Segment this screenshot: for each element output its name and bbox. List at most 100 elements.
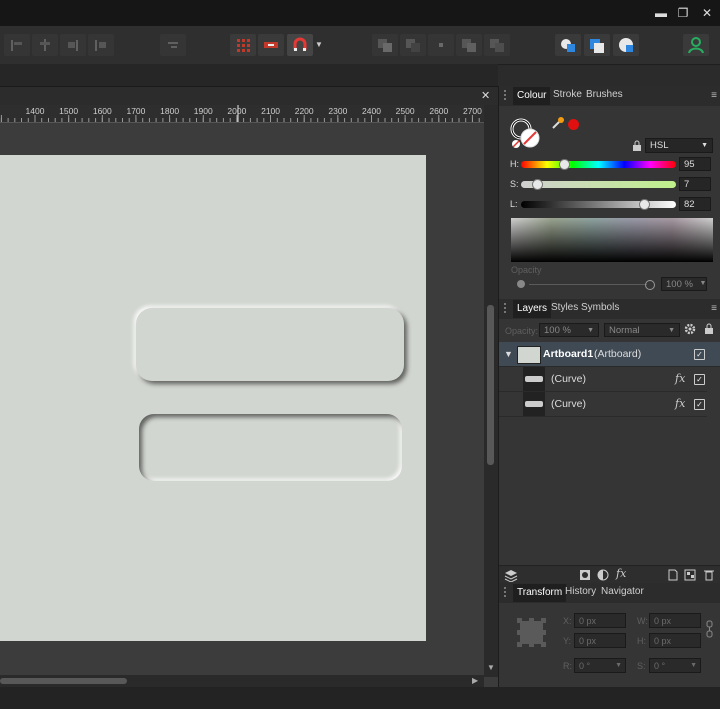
horizontal-ruler[interactable]: 1400 1500 1600 1700 1800 1900 2000 2100 2200 2300…: [0, 105, 484, 123]
y-label: Y:: [563, 636, 572, 646]
saturation-value-field[interactable]: 7: [679, 177, 711, 191]
tab-stroke[interactable]: Stroke: [553, 89, 582, 100]
horizontal-scroll-thumb[interactable]: [0, 678, 127, 684]
artboard[interactable]: [0, 155, 426, 641]
embossed-button-shape[interactable]: [136, 308, 404, 381]
bool-xor-icon[interactable]: [456, 34, 482, 56]
fill-stroke-wells-icon[interactable]: [509, 116, 545, 150]
insert-top-icon[interactable]: [584, 34, 610, 56]
expand-triangle-icon[interactable]: ▼: [504, 349, 513, 359]
opacity-slider-knob[interactable]: [645, 280, 655, 290]
bool-subtract-icon[interactable]: [400, 34, 426, 56]
layer-visibility-checkbox[interactable]: ✓: [694, 349, 705, 360]
color-spectrum-box[interactable]: [511, 218, 713, 262]
color-model-value: HSL: [650, 140, 669, 151]
layer-fx-icon[interactable]: fx: [675, 397, 685, 410]
snapping-grid-icon[interactable]: [230, 34, 256, 56]
tab-symbols[interactable]: Symbols: [581, 302, 619, 313]
layer-visibility-checkbox[interactable]: ✓: [694, 399, 705, 410]
opacity-slider[interactable]: [529, 284, 647, 285]
saturation-slider[interactable]: [521, 181, 676, 188]
tab-history[interactable]: History: [565, 586, 596, 597]
width-field[interactable]: 0 px: [649, 613, 701, 628]
persona-user-icon[interactable]: [683, 34, 709, 56]
bool-divide-icon[interactable]: [484, 34, 510, 56]
tab-styles[interactable]: Styles: [551, 302, 578, 313]
blend-mode-dropdown[interactable]: Normal ▼: [604, 323, 680, 337]
align-left-icon[interactable]: [4, 34, 30, 56]
snapping-dropdown-icon[interactable]: ▼: [315, 40, 323, 49]
hue-value-field[interactable]: 95: [679, 157, 711, 171]
close-document-icon[interactable]: ✕: [481, 89, 490, 102]
y-field[interactable]: 0 px: [574, 633, 626, 648]
panel-grip-icon[interactable]: [504, 303, 508, 313]
minimize-button[interactable]: ▬: [651, 4, 671, 22]
height-field[interactable]: 0 px: [649, 633, 701, 648]
chevron-down-icon: ▼: [668, 327, 675, 334]
link-proportions-icon[interactable]: [706, 620, 714, 638]
insert-inside-icon[interactable]: [613, 34, 639, 56]
close-window-button[interactable]: ✕: [697, 4, 717, 22]
debossed-field-shape[interactable]: [139, 414, 402, 481]
arrange-icon[interactable]: [160, 34, 186, 56]
tab-transform[interactable]: Transform: [513, 584, 567, 602]
anchor-point-icon[interactable]: [516, 617, 547, 648]
chevron-down-icon: ▼: [615, 662, 622, 669]
layer-visibility-checkbox[interactable]: ✓: [694, 374, 705, 385]
saturation-slider-knob[interactable]: [532, 179, 543, 190]
panel-menu-icon[interactable]: ≡: [711, 90, 717, 101]
opacity-dropdown-icon[interactable]: ▼: [697, 277, 709, 291]
panel-menu-icon[interactable]: ≡: [711, 303, 717, 314]
shear-field[interactable]: 0 ° ▼: [649, 658, 701, 673]
recent-color-swatch[interactable]: [568, 119, 579, 130]
scroll-right-icon[interactable]: ▶: [472, 676, 478, 685]
layer-settings-gear-icon[interactable]: [684, 323, 696, 335]
distribute-icon[interactable]: [88, 34, 114, 56]
tab-colour[interactable]: Colour: [513, 87, 551, 105]
layer-row-curve[interactable]: (Curve) fx ✓: [499, 367, 707, 392]
lightness-value-field[interactable]: 82: [679, 197, 711, 211]
chevron-down-icon: ▼: [587, 327, 594, 334]
tab-layers[interactable]: Layers: [513, 300, 552, 318]
hue-slider-knob[interactable]: [559, 159, 570, 170]
color-model-dropdown[interactable]: HSL ▼: [645, 138, 713, 153]
bool-intersect-icon[interactable]: [428, 34, 454, 56]
color-picker-icon[interactable]: [551, 116, 565, 130]
restore-button[interactable]: ❐: [673, 4, 693, 22]
layer-row-curve[interactable]: (Curve) fx ✓: [499, 392, 707, 417]
vertical-scroll-thumb[interactable]: [487, 305, 494, 465]
align-center-icon[interactable]: [32, 34, 58, 56]
lightness-slider-knob[interactable]: [639, 199, 650, 210]
panel-grip-icon[interactable]: [504, 587, 508, 597]
scroll-down-icon[interactable]: ▼: [487, 663, 495, 672]
lightness-slider[interactable]: [521, 201, 676, 208]
panel-grip-icon[interactable]: [504, 90, 508, 100]
layer-fx-icon[interactable]: fx: [675, 372, 685, 385]
bool-add-icon[interactable]: [372, 34, 398, 56]
colour-panel-tabs: Colour Stroke Brushes ≡: [499, 86, 720, 106]
snapping-magnet-icon[interactable]: [287, 34, 313, 56]
hue-slider[interactable]: [521, 161, 676, 168]
lock-layer-icon[interactable]: [703, 323, 715, 335]
insert-behind-icon[interactable]: [555, 34, 581, 56]
tab-brushes[interactable]: Brushes: [586, 89, 623, 100]
delete-layer-icon[interactable]: [703, 569, 715, 581]
x-field[interactable]: 0 px: [574, 613, 626, 628]
layer-opacity-dropdown[interactable]: 100 % ▼: [539, 323, 599, 337]
layers-stack-icon[interactable]: [504, 568, 518, 582]
mask-layer-icon[interactable]: [579, 569, 591, 581]
ruler-label: 1900: [193, 106, 213, 116]
add-effect-icon[interactable]: fx: [616, 567, 626, 580]
group-layers-icon[interactable]: [684, 569, 696, 581]
tab-navigator[interactable]: Navigator: [601, 586, 644, 597]
align-right-icon[interactable]: [60, 34, 86, 56]
layers-footer: fx: [499, 565, 720, 584]
layer-row-artboard[interactable]: ▼ Artboard1 (Artboard) ✓: [499, 342, 720, 367]
width-label: W:: [637, 616, 648, 626]
opacity-label: Opacity: [511, 265, 542, 275]
pixel-snap-icon[interactable]: [258, 34, 284, 56]
add-layer-icon[interactable]: [667, 569, 679, 581]
lock-icon[interactable]: [631, 140, 643, 152]
rotation-field[interactable]: 0 ° ▼: [574, 658, 626, 673]
adjustment-layer-icon[interactable]: [597, 569, 609, 581]
